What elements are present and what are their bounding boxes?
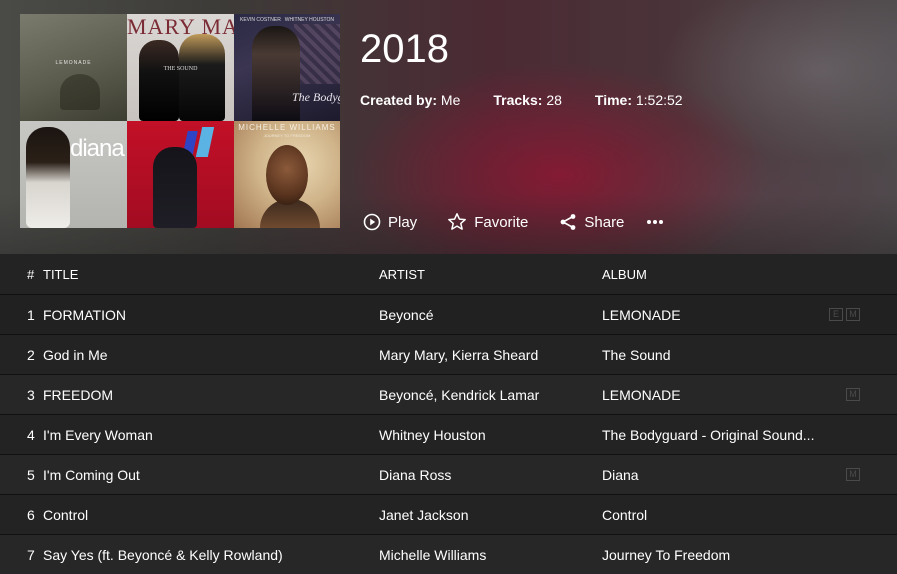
track-artist[interactable]: Beyoncé bbox=[379, 307, 602, 323]
track-album[interactable]: LEMONADE bbox=[602, 387, 824, 403]
track-album[interactable]: Control bbox=[602, 507, 824, 523]
album-art-caption: The Bodyguard bbox=[292, 90, 340, 104]
more-options-button[interactable] bbox=[646, 219, 664, 225]
track-number: 2 bbox=[27, 346, 35, 363]
track-album[interactable]: Diana bbox=[602, 467, 824, 483]
track-title[interactable]: Control bbox=[43, 507, 379, 523]
album-art-caption: MICHELLE WILLIAMS bbox=[238, 123, 336, 132]
track-table-header: # TITLE ARTIST ALBUM bbox=[0, 254, 897, 294]
music-video-badge-icon: M bbox=[846, 388, 860, 401]
album-art-subcaption: THE SOUND bbox=[163, 66, 198, 72]
track-count: Tracks: 28 bbox=[493, 92, 562, 108]
album-art-subcaption: JOURNEY TO FREEDOM bbox=[263, 133, 311, 138]
favorite-button[interactable]: Favorite bbox=[447, 212, 528, 232]
column-header-album[interactable]: ALBUM bbox=[602, 267, 824, 282]
track-artist[interactable]: Michelle Williams bbox=[379, 547, 602, 563]
track-title[interactable]: I'm Every Woman bbox=[43, 427, 379, 443]
explicit-badge-icon: E bbox=[829, 308, 843, 321]
play-circle-icon bbox=[363, 213, 381, 231]
playlist-meta: Created by: Me Tracks: 28 Time: 1:52:52 bbox=[360, 92, 716, 108]
playlist-actions: Play Favorite Share bbox=[363, 212, 664, 232]
column-header-artist[interactable]: ARTIST bbox=[379, 267, 602, 282]
album-art-caption: LEMONADE bbox=[55, 60, 92, 66]
album-art-diana: diana bbox=[20, 121, 127, 228]
play-button[interactable]: Play bbox=[363, 213, 417, 231]
track-number: 6 bbox=[27, 506, 35, 523]
playlist-title: 2018 bbox=[360, 27, 449, 71]
track-album[interactable]: LEMONADE bbox=[602, 307, 824, 323]
album-art-lemonade: LEMONADE bbox=[20, 14, 127, 121]
track-number: 5 bbox=[27, 466, 35, 483]
track-row[interactable]: 4 I'm Every Woman Whitney Houston The Bo… bbox=[0, 414, 897, 454]
track-row[interactable]: 1 FORMATION Beyoncé LEMONADE E M bbox=[0, 294, 897, 334]
track-artist[interactable]: Janet Jackson bbox=[379, 507, 602, 523]
total-time-value: 1:52:52 bbox=[635, 92, 683, 108]
track-row[interactable]: 7 Say Yes (ft. Beyoncé & Kelly Rowland) … bbox=[0, 534, 897, 574]
column-header-number[interactable]: # bbox=[0, 267, 43, 282]
album-art-credits: KEVIN COSTNER WHITNEY HOUSTON bbox=[234, 17, 340, 23]
album-art-figure bbox=[266, 145, 308, 205]
favorite-label: Favorite bbox=[474, 213, 529, 231]
album-art-figure bbox=[153, 147, 197, 228]
track-row[interactable]: 6 Control Janet Jackson Control bbox=[0, 494, 897, 534]
track-title[interactable]: FORMATION bbox=[43, 307, 379, 323]
track-album[interactable]: Journey To Freedom bbox=[602, 547, 824, 563]
track-row[interactable]: 2 God in Me Mary Mary, Kierra Sheard The… bbox=[0, 334, 897, 374]
more-dots-icon bbox=[646, 219, 664, 225]
track-artist[interactable]: Diana Ross bbox=[379, 467, 602, 483]
track-artist[interactable]: Mary Mary, Kierra Sheard bbox=[379, 347, 602, 363]
share-icon bbox=[559, 213, 577, 231]
album-art-figure bbox=[139, 40, 179, 121]
created-by-value: Me bbox=[440, 92, 461, 108]
share-label: Share bbox=[584, 213, 625, 231]
track-title[interactable]: Say Yes (ft. Beyoncé & Kelly Rowland) bbox=[43, 547, 379, 563]
track-count-label: Tracks: bbox=[493, 92, 543, 108]
playlist-artwork-collage[interactable]: LEMONADE MARY MARY THE SOUND KEVIN COSTN… bbox=[20, 14, 340, 228]
created-by-label: Created by: bbox=[360, 92, 438, 108]
album-art-figure bbox=[294, 24, 340, 84]
album-art-caption: MARY MARY bbox=[127, 14, 234, 39]
album-art-figure bbox=[60, 74, 100, 110]
track-title[interactable]: God in Me bbox=[43, 347, 379, 363]
track-title[interactable]: I'm Coming Out bbox=[43, 467, 379, 483]
album-art-figure bbox=[26, 127, 70, 228]
album-art-shape bbox=[195, 127, 215, 157]
track-row[interactable]: 5 I'm Coming Out Diana Ross Diana M bbox=[0, 454, 897, 494]
album-art-the-sound: MARY MARY THE SOUND bbox=[127, 14, 234, 121]
track-number: 7 bbox=[27, 546, 35, 563]
track-artist[interactable]: Whitney Houston bbox=[379, 427, 602, 443]
album-art-credit: KEVIN COSTNER bbox=[240, 17, 281, 23]
track-number: 1 bbox=[27, 306, 35, 323]
album-art-control bbox=[127, 121, 234, 228]
track-number: 3 bbox=[27, 386, 35, 403]
play-label: Play bbox=[388, 213, 418, 231]
album-art-credit: WHITNEY HOUSTON bbox=[284, 17, 334, 23]
album-art-the-bodyguard: KEVIN COSTNER WHITNEY HOUSTON The Bodygu… bbox=[234, 14, 340, 121]
music-video-badge-icon: M bbox=[846, 308, 860, 321]
album-art-journey-to-freedom: MICHELLE WILLIAMS JOURNEY TO FREEDOM bbox=[234, 121, 340, 228]
album-art-caption: diana bbox=[70, 135, 125, 162]
total-time-label: Time: bbox=[594, 92, 632, 108]
track-album[interactable]: The Bodyguard - Original Sound... bbox=[602, 427, 824, 443]
track-count-value: 28 bbox=[546, 92, 562, 108]
created-by: Created by: Me bbox=[360, 92, 460, 108]
music-video-badge-icon: M bbox=[846, 468, 860, 481]
track-album[interactable]: The Sound bbox=[602, 347, 824, 363]
track-table: # TITLE ARTIST ALBUM 1 FORMATION Beyoncé… bbox=[0, 254, 897, 574]
track-title[interactable]: FREEDOM bbox=[43, 387, 379, 403]
star-outline-icon bbox=[447, 212, 467, 232]
track-number: 4 bbox=[27, 426, 35, 443]
track-artist[interactable]: Beyoncé, Kendrick Lamar bbox=[379, 387, 602, 403]
share-button[interactable]: Share bbox=[559, 213, 624, 231]
total-time: Time: 1:52:52 bbox=[595, 92, 683, 108]
track-badges: M bbox=[824, 388, 897, 401]
album-art-figure bbox=[252, 26, 300, 121]
playlist-header: LEMONADE MARY MARY THE SOUND KEVIN COSTN… bbox=[0, 0, 897, 254]
column-header-title[interactable]: TITLE bbox=[43, 267, 379, 282]
track-row[interactable]: 3 FREEDOM Beyoncé, Kendrick Lamar LEMONA… bbox=[0, 374, 897, 414]
album-art-figure bbox=[179, 34, 225, 121]
track-badges: E M bbox=[824, 308, 897, 321]
track-badges: M bbox=[824, 468, 897, 481]
